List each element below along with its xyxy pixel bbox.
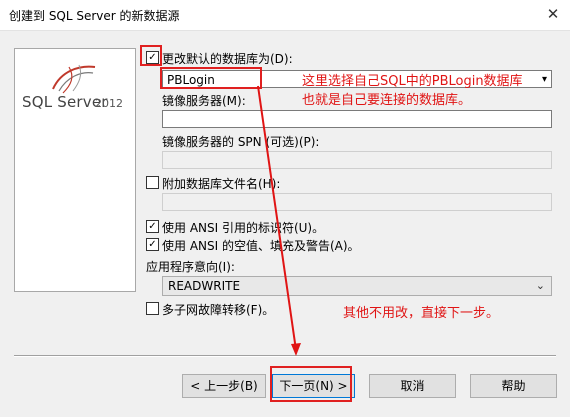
annotation-arrow (257, 85, 301, 356)
